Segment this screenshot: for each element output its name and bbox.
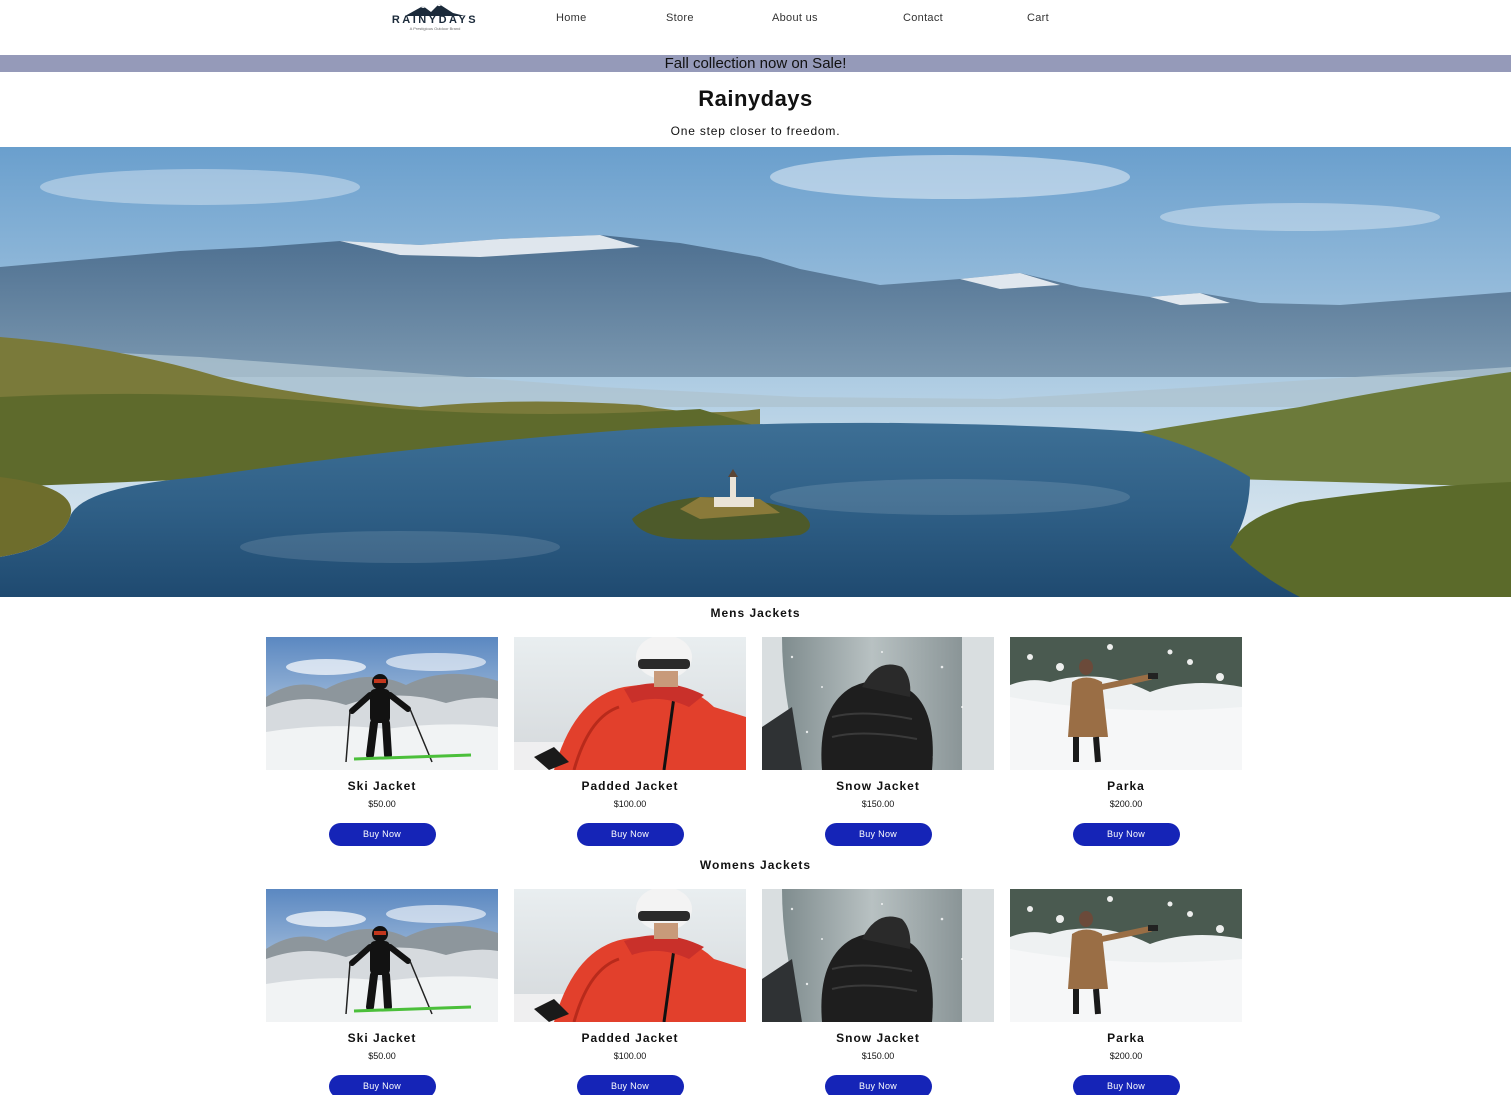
section-heading-mens: Mens Jackets (710, 606, 801, 620)
buy-now-button[interactable]: Buy Now (824, 823, 932, 846)
nav-cart[interactable]: Cart (1027, 12, 1049, 24)
section-heading-womens: Womens Jackets (699, 858, 812, 872)
hero-image (0, 147, 1511, 597)
sale-banner: Fall collection now on Sale! (0, 55, 1511, 72)
product-name: Snow Jacket (836, 1031, 920, 1045)
product-price: $50.00 (368, 799, 396, 809)
logo-tagline: A Prestigious Outdoor Brand (409, 26, 461, 31)
product-card: Parka $200.00 Buy Now (1010, 637, 1242, 846)
logo-text: RAINYDAYS (391, 14, 479, 26)
product-card: Ski Jacket $50.00 Buy Now (266, 637, 498, 846)
buy-now-button[interactable]: Buy Now (576, 823, 684, 846)
product-name: Ski Jacket (347, 779, 417, 793)
buy-now-button[interactable]: Buy Now (328, 823, 436, 846)
buy-now-button[interactable]: Buy Now (328, 1075, 436, 1095)
product-card: Padded Jacket $100.00 Buy Now (514, 889, 746, 1095)
buy-now-button[interactable]: Buy Now (1072, 1075, 1180, 1095)
hero-landscape-image (0, 147, 1511, 597)
product-name: Parka (1107, 779, 1145, 793)
product-price: $150.00 (861, 799, 895, 809)
nav-store[interactable]: Store (666, 12, 694, 24)
product-image-parka[interactable] (1010, 889, 1242, 1022)
site-header: RAINYDAYS A Prestigious Outdoor Brand Ho… (0, 0, 1511, 54)
product-name: Parka (1107, 1031, 1145, 1045)
product-name: Padded Jacket (581, 1031, 679, 1045)
product-price: $100.00 (613, 799, 647, 809)
product-card: Snow Jacket $150.00 Buy Now (762, 889, 994, 1095)
product-price: $200.00 (1109, 799, 1143, 809)
product-price: $50.00 (368, 1051, 396, 1061)
product-image-padded-jacket[interactable] (514, 637, 746, 770)
nav-about-us[interactable]: About us (772, 12, 818, 24)
product-image-parka[interactable] (1010, 637, 1242, 770)
product-name: Padded Jacket (581, 779, 679, 793)
site-logo[interactable]: RAINYDAYS A Prestigious Outdoor Brand (380, 4, 490, 36)
product-price: $100.00 (613, 1051, 647, 1061)
product-image-snow-jacket[interactable] (762, 889, 994, 1022)
page-title: Rainydays (698, 86, 813, 111)
page-tagline: One step closer to freedom. (670, 124, 841, 138)
product-price: $150.00 (861, 1051, 895, 1061)
product-name: Ski Jacket (347, 1031, 417, 1045)
buy-now-button[interactable]: Buy Now (576, 1075, 684, 1095)
buy-now-button[interactable]: Buy Now (824, 1075, 932, 1095)
product-image-padded-jacket[interactable] (514, 889, 746, 1022)
product-image-ski-jacket[interactable] (266, 637, 498, 770)
product-card: Padded Jacket $100.00 Buy Now (514, 637, 746, 846)
product-name: Snow Jacket (836, 779, 920, 793)
nav-contact[interactable]: Contact (903, 12, 943, 24)
product-price: $200.00 (1109, 1051, 1143, 1061)
nav-home[interactable]: Home (556, 12, 587, 24)
product-image-ski-jacket[interactable] (266, 889, 498, 1022)
product-card: Snow Jacket $150.00 Buy Now (762, 637, 994, 846)
buy-now-button[interactable]: Buy Now (1072, 823, 1180, 846)
product-card: Ski Jacket $50.00 Buy Now (266, 889, 498, 1095)
product-image-snow-jacket[interactable] (762, 637, 994, 770)
product-card: Parka $200.00 Buy Now (1010, 889, 1242, 1095)
